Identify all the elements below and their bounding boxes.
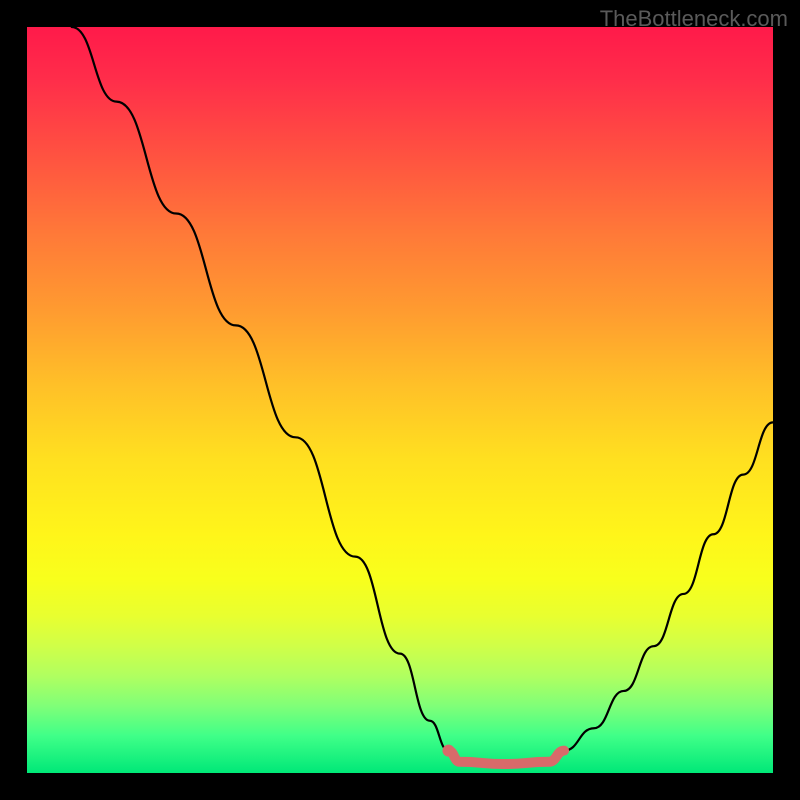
chart-svg	[27, 27, 773, 773]
watermark-text: TheBottleneck.com	[600, 6, 788, 32]
plot-area	[27, 27, 773, 773]
flat-highlight-path	[448, 751, 564, 764]
left-curve-path	[72, 27, 449, 751]
left-dot-marker	[442, 745, 454, 757]
right-curve-path	[564, 422, 773, 750]
